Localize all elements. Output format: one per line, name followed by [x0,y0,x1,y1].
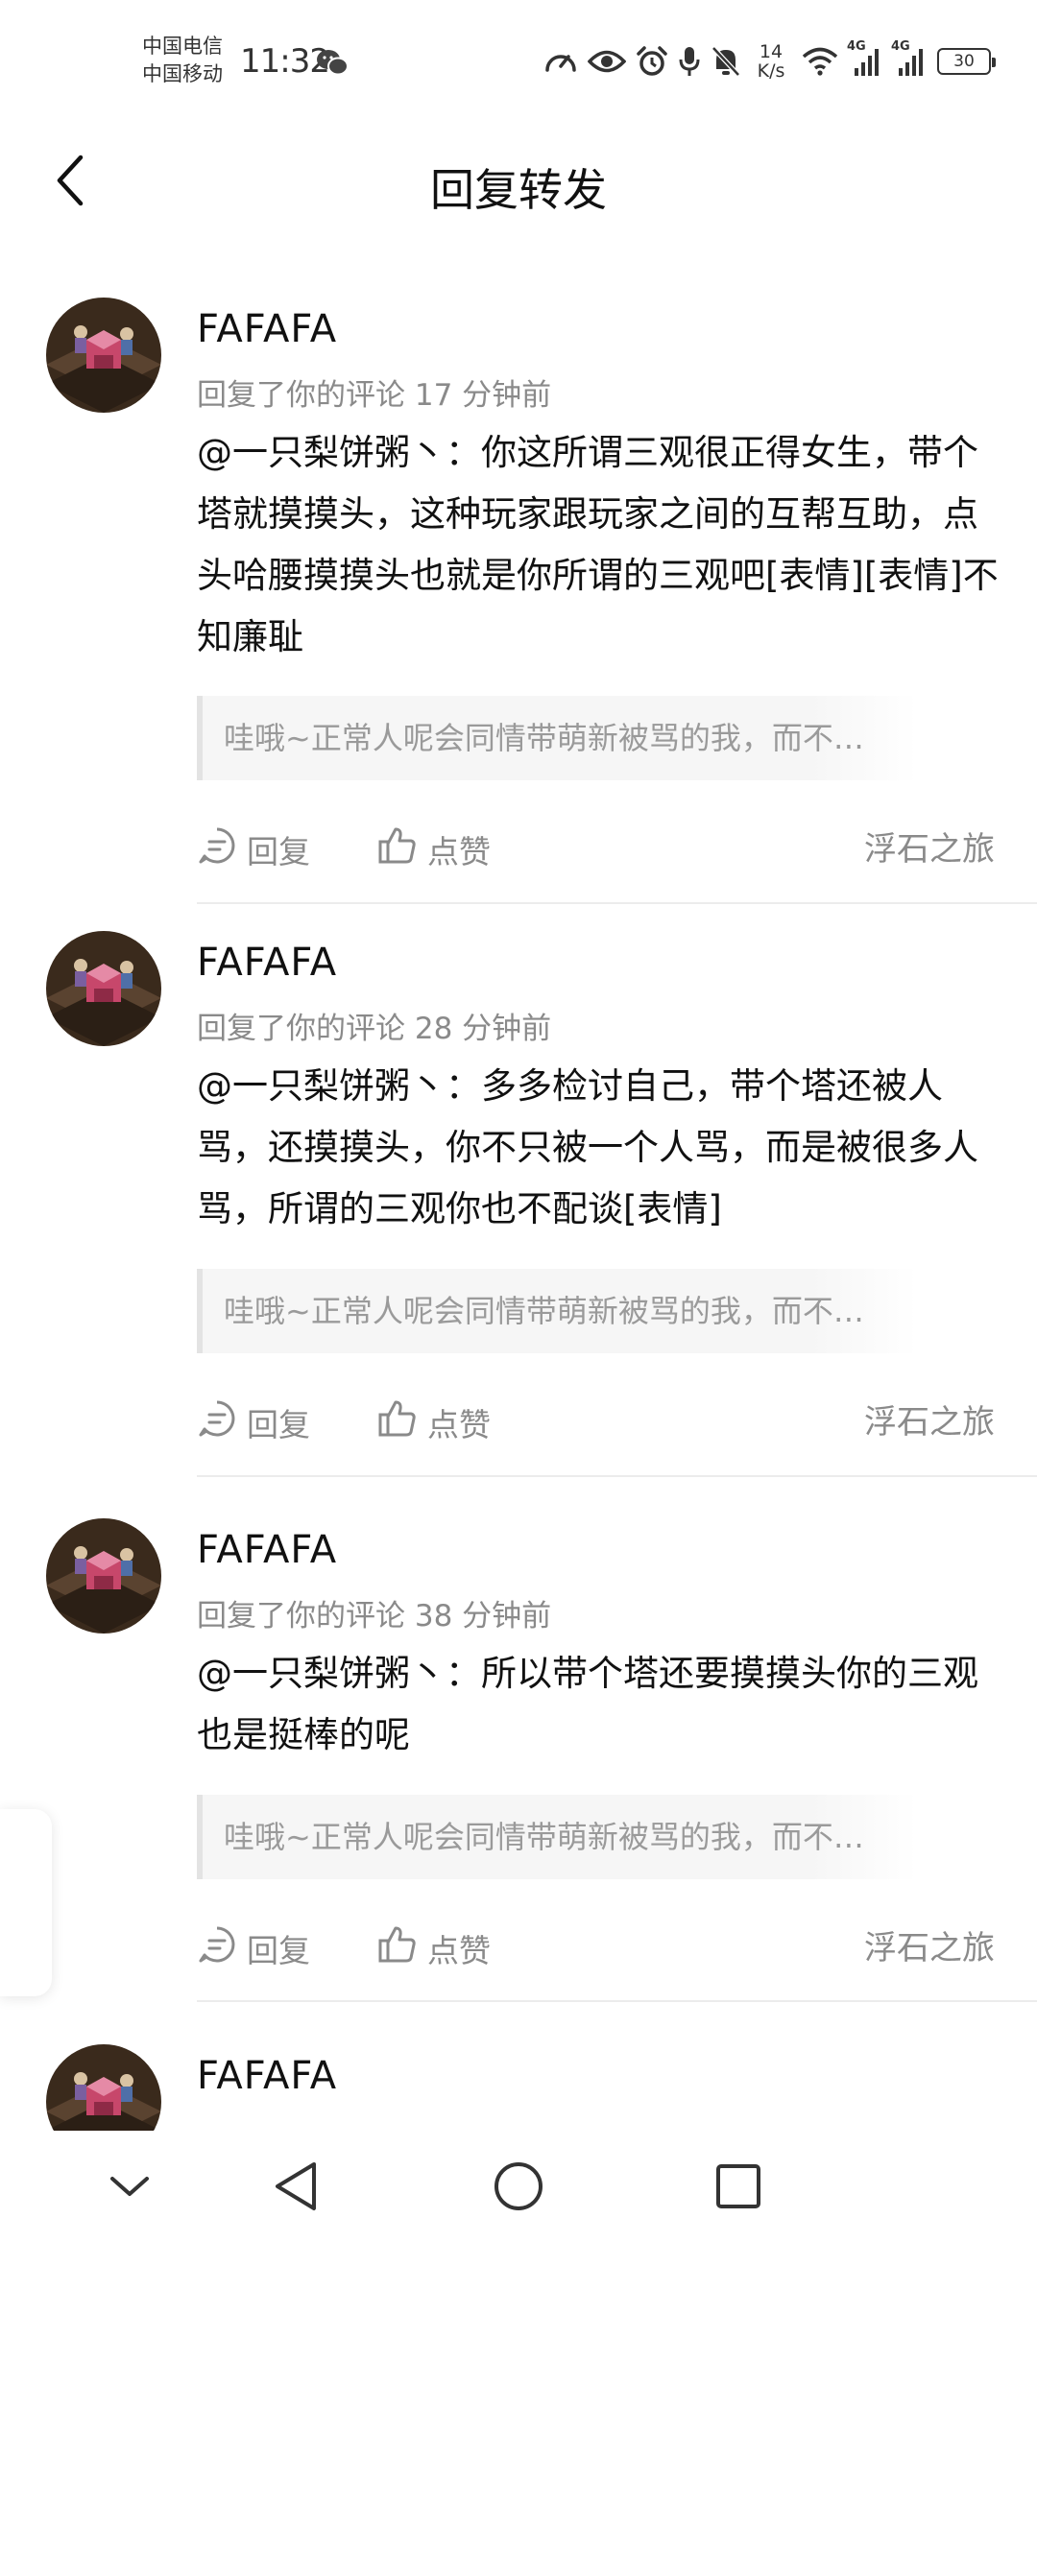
mute-bell-icon [711,45,741,78]
like-label: 点赞 [427,833,491,871]
reply-item: FAFAFA 回复了你的评论 17 分钟前 @一只梨饼粥丶：你这所谓三观很正得女… [0,288,1037,904]
battery-icon: 30 [937,48,996,75]
reply-label: 回复 [247,1406,310,1443]
collapse-nav-button[interactable] [91,2150,168,2227]
carrier-1: 中国电信 [142,35,223,58]
source-link[interactable]: 浮石之旅 [864,821,995,878]
reply-content: @一只梨饼粥丶：所以带个塔还要摸摸头你的三观也是挺棒的呢 [197,1653,978,1755]
thumbs-up-icon [377,1924,418,1972]
speed-unit: K/s [757,60,785,82]
chevron-down-icon [109,2174,151,2203]
source-link[interactable]: 浮石之旅 [864,1920,995,1977]
page-title: 回复转发 [430,164,607,216]
status-icons: 14 K/s 4G 4G 30 [543,39,996,83]
reply-label: 回复 [247,833,310,871]
reply-content: @一只梨饼粥丶：你这所谓三观很正得女生，带个塔就摸摸头，这种玩家跟玩家之间的互帮… [197,432,999,657]
reply-button[interactable]: 回复 [197,1920,310,1977]
username[interactable]: FAFAFA [197,2054,337,2098]
like-label: 点赞 [427,1406,491,1443]
recents-square-icon [714,2162,762,2214]
back-triangle-icon [272,2160,320,2216]
comment-bubble-icon [197,825,237,873]
nav-recents-button[interactable] [700,2150,777,2227]
eye-icon [588,47,626,76]
username[interactable]: FAFAFA [197,941,337,985]
status-bar: 中国电信 中国移动 11:32 14 K/s 4G 4G 30 [0,0,1037,125]
title-bar: 回复转发 [0,125,1037,240]
like-label: 点赞 [427,1932,491,1969]
avatar[interactable] [46,1518,161,1634]
signal-icon: 4G [847,39,883,78]
quoted-comment[interactable]: 哇哦~正常人呢会同情带萌新被骂的我，而不… [197,696,917,780]
alarm-icon [636,45,668,78]
reply-content: @一只梨饼粥丶：多多检讨自己，带个塔还被人骂，还摸摸头，你不只被一个人骂，而是被… [197,1065,978,1229]
like-button[interactable]: 点赞 [377,1920,491,1977]
carrier-2: 中国移动 [142,62,223,85]
reply-label: 回复 [247,1932,310,1969]
nav-home-button[interactable] [480,2150,557,2227]
mic-icon [678,45,701,78]
network-speed: 14 K/s [751,42,791,81]
network-type-2: 4G [891,39,910,54]
battery-level: 30 [953,52,975,71]
like-button[interactable]: 点赞 [377,1394,491,1451]
reply-button[interactable]: 回复 [197,821,310,878]
username[interactable]: FAFAFA [197,307,337,351]
reply-item: FAFAFA [0,1989,1037,2576]
speedometer-icon [543,45,578,78]
source-link[interactable]: 浮石之旅 [864,1394,995,1451]
avatar[interactable] [46,298,161,413]
wechat-icon [315,48,350,81]
carrier-info: 中国电信 中国移动 [142,33,223,88]
username[interactable]: FAFAFA [197,1528,337,1572]
like-button[interactable]: 点赞 [377,821,491,878]
home-circle-icon [493,2160,544,2216]
reply-item: FAFAFA 回复了你的评论 28 分钟前 @一只梨饼粥丶：多多检讨自己，带个塔… [0,875,1037,1477]
wifi-icon [801,46,839,77]
system-nav-bar [0,2131,1037,2246]
action-row: 回复 点赞 浮石之旅 [197,821,999,878]
action-row: 回复 点赞 浮石之旅 [197,1920,999,1977]
reply-meta: 回复了你的评论 17 分钟前 [197,378,552,413]
thumbs-up-icon [377,1398,418,1446]
reply-button[interactable]: 回复 [197,1394,310,1451]
network-type-1: 4G [847,39,866,54]
avatar[interactable] [46,931,161,1046]
reply-meta: 回复了你的评论 28 分钟前 [197,1012,552,1046]
quoted-comment[interactable]: 哇哦~正常人呢会同情带萌新被骂的我，而不… [197,1795,917,1879]
speed-value: 14 [759,41,784,62]
quoted-comment[interactable]: 哇哦~正常人呢会同情带萌新被骂的我，而不… [197,1269,917,1353]
reply-item: FAFAFA 回复了你的评论 38 分钟前 @一只梨饼粥丶：所以带个塔还要摸摸头… [0,1463,1037,2002]
comment-bubble-icon [197,1924,237,1972]
reply-meta: 回复了你的评论 38 分钟前 [197,1599,552,1634]
floating-side-tab[interactable] [0,1809,52,1996]
thumbs-up-icon [377,825,418,873]
nav-back-button[interactable] [257,2150,334,2227]
signal-icon-2: 4G [891,39,928,78]
comment-bubble-icon [197,1398,237,1446]
action-row: 回复 点赞 浮石之旅 [197,1394,999,1451]
